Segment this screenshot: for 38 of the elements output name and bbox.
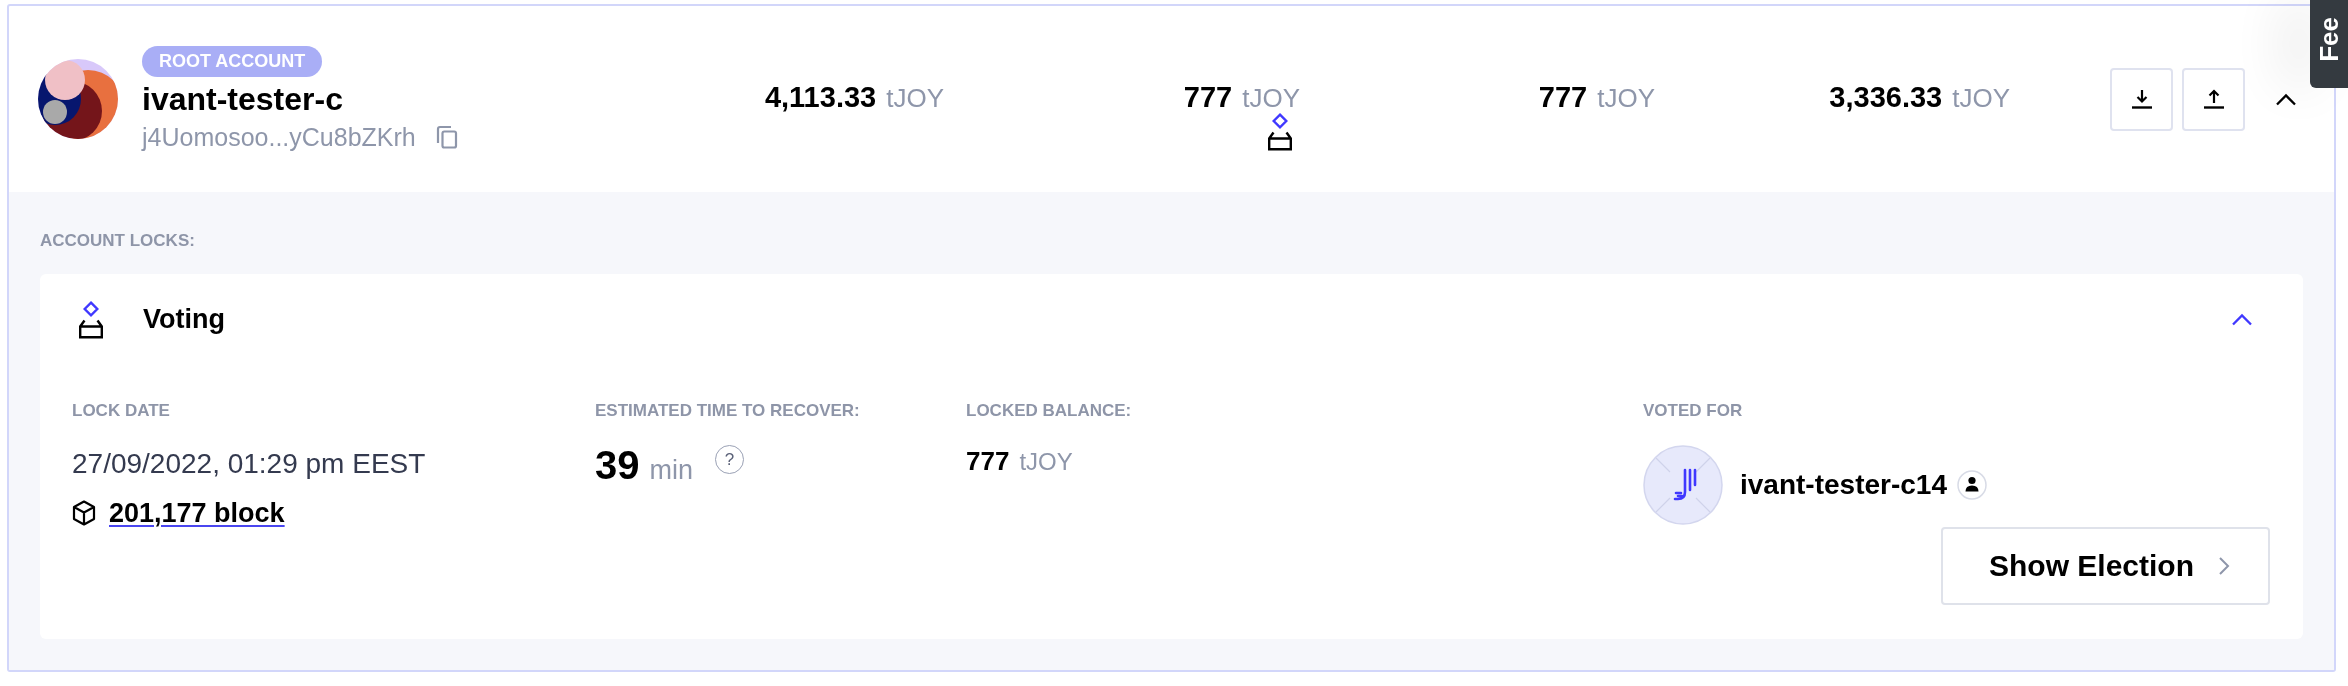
user-icon [1957, 470, 1987, 500]
chevron-up-icon[interactable] [2231, 313, 2253, 326]
cube-icon [72, 500, 96, 526]
field-label: VOTED FOR [1643, 401, 1743, 421]
lock-title: Voting [143, 304, 225, 335]
balance-amount: 777 [1183, 80, 1233, 114]
token-unit: tJOY [886, 82, 944, 115]
token-unit: tJOY [1019, 447, 1073, 477]
field-label: LOCK DATE [72, 401, 170, 421]
copy-icon[interactable] [435, 125, 458, 149]
account-address: j4Uomosoo...yCu8bZKrh [142, 122, 416, 152]
token-unit: tJOY [1597, 82, 1655, 115]
section-title: ACCOUNT LOCKS: [40, 231, 195, 251]
candidate-name: ivant-tester-c14 [1740, 469, 1947, 501]
recovery-time: 39 [595, 443, 640, 487]
balance-amount: 777 [1538, 80, 1588, 114]
show-election-button[interactable]: Show Election [1941, 527, 2270, 605]
upload-icon [2202, 89, 2225, 109]
upload-button[interactable] [2182, 67, 2245, 131]
field-label: ESTIMATED TIME TO RECOVER: [595, 401, 860, 421]
ballot-box-icon [78, 300, 104, 339]
chevron-up-icon[interactable] [2275, 92, 2297, 106]
chevron-right-icon [2218, 556, 2230, 576]
balance-amount: 4,113.33 [764, 80, 877, 114]
logo-avatar-icon [1643, 445, 1723, 525]
field-label: LOCKED BALANCE: [966, 401, 1132, 421]
token-unit: tJOY [1242, 82, 1300, 115]
lock-date: 27/09/2022, 01:29 pm EEST [72, 448, 426, 480]
root-account-badge: ROOT ACCOUNT [142, 46, 323, 77]
side-tab[interactable]: Fee [2310, 0, 2348, 88]
locked-amount: 777 [966, 445, 1010, 477]
token-unit: tJOY [1952, 82, 2010, 115]
download-button[interactable] [2110, 67, 2173, 131]
balance-amount: 3,336.33 [1829, 80, 1943, 114]
time-unit: min [649, 455, 693, 486]
block-link[interactable]: 201,177 block [109, 497, 285, 529]
download-icon [2130, 89, 2153, 109]
account-name: ivant-tester-c [142, 80, 343, 118]
